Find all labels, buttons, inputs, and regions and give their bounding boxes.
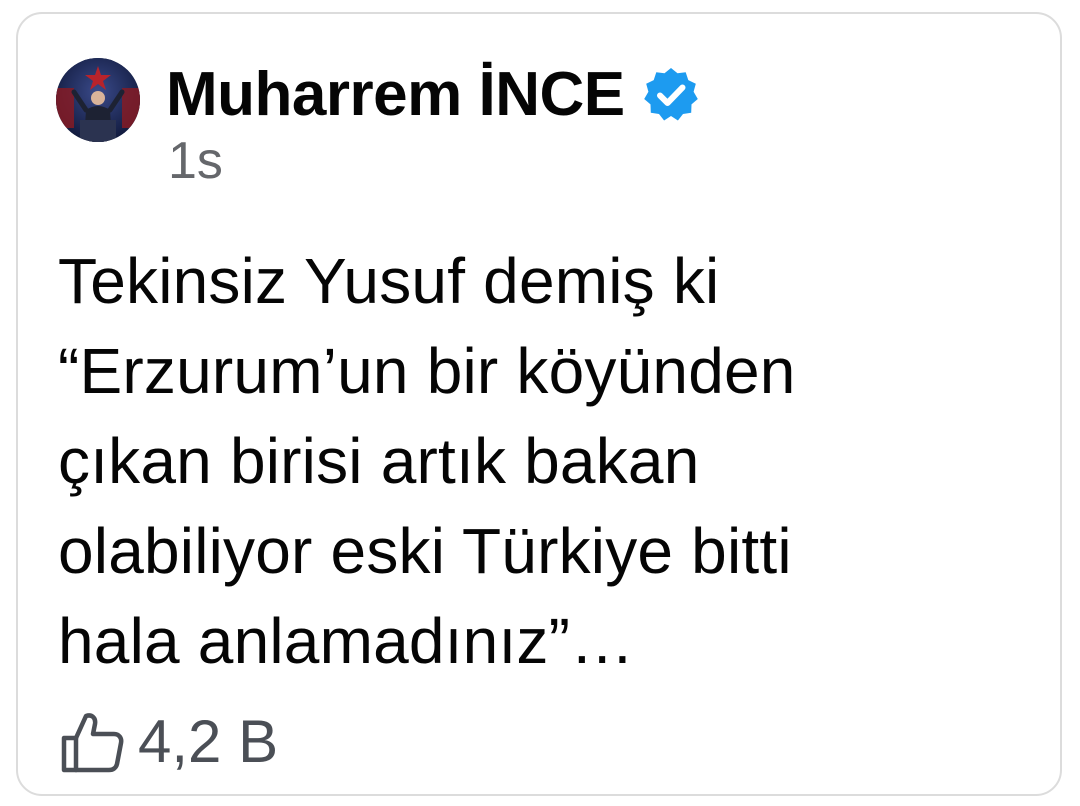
post-header: Muharrem İNCE 1s [56,58,701,190]
post-text-line: “Erzurum’un bir köyünden [58,335,796,407]
like-count[interactable]: 4,2 B [138,708,278,776]
post-text-line: hala anlamadınız”… [58,605,635,677]
post-body: Tekinsiz Yusuf demiş ki “Erzurum’un bir … [58,236,1038,686]
post-text-line: çıkan birisi artık bakan [58,425,700,497]
post-meta: Muharrem İNCE 1s [166,62,701,190]
avatar-image [56,58,140,142]
post-text-line: olabiliyor eski Türkiye bitti [58,515,792,587]
post-footer: 4,2 B [58,708,278,776]
post-timestamp[interactable]: 1s [168,132,701,190]
author-name[interactable]: Muharrem İNCE [166,62,625,128]
author-row: Muharrem İNCE [166,62,701,128]
thumbs-up-icon[interactable] [58,708,126,776]
verified-badge-icon [641,65,701,125]
avatar[interactable] [56,58,140,142]
post-card: Muharrem İNCE 1s Tekinsiz Yusuf demiş ki… [16,12,1062,796]
post-text-line: Tekinsiz Yusuf demiş ki [58,245,720,317]
